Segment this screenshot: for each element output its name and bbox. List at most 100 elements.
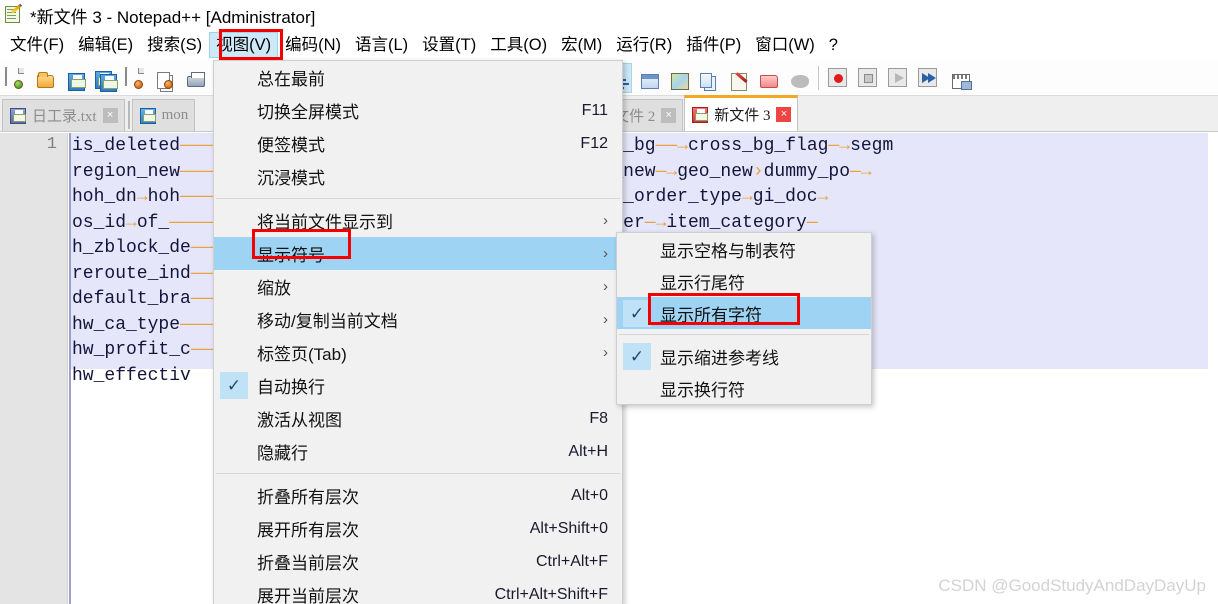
menu-language[interactable]: 语言(L)	[348, 32, 415, 58]
tab-arrow-glyph: —	[828, 136, 840, 156]
menu-file[interactable]: 文件(F)	[3, 32, 71, 58]
menu-item-label: 显示行尾符	[660, 273, 745, 293]
tab-label: 日工录.txt	[32, 109, 97, 125]
menu-window[interactable]: 窗口(W)	[748, 32, 822, 58]
doc-list-icon[interactable]	[694, 63, 722, 93]
view-menu-item[interactable]: 隐藏行 Alt+H	[214, 435, 622, 468]
menu-edit[interactable]: 编辑(E)	[71, 32, 140, 58]
save-all-icon[interactable]	[91, 63, 119, 93]
symbol-submenu-item[interactable]: ✓ 显示所有字符	[617, 297, 871, 329]
view-menu-item[interactable]: 折叠当前层次 Ctrl+Alt+F	[214, 545, 622, 578]
view-menu-item[interactable]: 移动/复制当前文档 ›	[214, 303, 622, 336]
menu-search[interactable]: 搜索(S)	[140, 32, 209, 58]
symbol-submenu-item[interactable]: 显示空格与制表符	[617, 233, 871, 265]
menu-bar[interactable]: 文件(F) 编辑(E) 搜索(S) 视图(V) 编码(N) 语言(L) 设置(T…	[0, 31, 1218, 59]
close-icon[interactable]: ×	[776, 107, 792, 122]
symbol-submenu-item[interactable]: 显示行尾符	[617, 265, 871, 297]
view-menu-item[interactable]: 便签模式 F12	[214, 127, 622, 160]
save-purple-icon	[10, 107, 26, 124]
folder-as-workspace-icon[interactable]	[754, 63, 782, 93]
close-file-icon[interactable]	[121, 63, 149, 93]
symbol-submenu-item[interactable]: 显示换行符	[617, 372, 871, 404]
close-all-icon[interactable]	[151, 63, 179, 93]
tab-arrow-glyph: —	[201, 238, 213, 258]
view-menu-item[interactable]: 显示符号 ›	[214, 237, 622, 270]
view-menu-item[interactable]: 切换全屏模式 F11	[214, 94, 622, 127]
run-icon[interactable]	[945, 63, 973, 93]
check-icon: ✓	[623, 300, 651, 327]
tab-arrow-glyph: —	[806, 212, 818, 233]
view-menu-item[interactable]: 激活从视图 F8	[214, 402, 622, 435]
menu-item-shortcut: F8	[589, 409, 608, 427]
tab-arrow-glyph: —	[201, 136, 213, 156]
save-icon[interactable]	[61, 63, 89, 93]
tab-arrow-glyph: —	[201, 289, 213, 309]
view-menu-item[interactable]: 展开所有层次 Alt+Shift+0	[214, 512, 622, 545]
tab-arrow-glyph: —	[190, 289, 202, 309]
view-menu-item[interactable]: 展开当前层次 Ctrl+Alt+Shift+F	[214, 578, 622, 604]
menu-item-label: 激活从视图	[257, 411, 342, 430]
tab-mon[interactable]: mon	[131, 99, 196, 131]
tab-arrow-glyph: —	[190, 187, 202, 207]
stop-record-icon[interactable]	[855, 63, 883, 93]
check-icon: ✓	[623, 343, 651, 370]
close-icon[interactable]: ×	[661, 108, 677, 123]
menu-help[interactable]: ?	[822, 32, 845, 58]
menu-macro[interactable]: 宏(M)	[554, 32, 609, 58]
tab-arrow-glyph: —	[644, 212, 656, 233]
tab-ri-gong-lu[interactable]: 日工录.txt ×	[2, 99, 125, 131]
menu-item-shortcut: Alt+H	[568, 442, 608, 460]
view-menu-item[interactable]: 将当前文件显示到 ›	[214, 204, 622, 237]
tab-arrow-glyph: →	[860, 161, 872, 182]
selection-left-edge	[69, 133, 71, 604]
view-menu-item[interactable]: 沉浸模式	[214, 160, 622, 193]
play-macro-icon[interactable]	[885, 63, 913, 93]
menu-item-label: 便签模式	[257, 136, 325, 155]
menu-item-label: 展开当前层次	[257, 587, 359, 604]
view-menu-item[interactable]: ✓ 自动换行	[214, 369, 622, 402]
user-defined-dialog-icon[interactable]	[634, 63, 662, 93]
menu-item-label: 隐藏行	[257, 444, 308, 463]
line-number-gutter: 1	[0, 133, 68, 604]
tab-arrow-glyph: —	[201, 263, 213, 284]
menu-item-label: 总在最前	[257, 70, 325, 89]
tab-arrow-glyph: —	[190, 161, 202, 182]
tab-arrow-glyph: →	[677, 136, 688, 156]
menu-plugins[interactable]: 插件(P)	[679, 32, 748, 58]
new-file-icon[interactable]	[1, 63, 29, 93]
symbol-submenu-item[interactable]: ✓ 显示缩进参考线	[617, 340, 871, 372]
menu-item-label: 折叠当前层次	[257, 554, 359, 573]
function-list-icon[interactable]	[724, 63, 752, 93]
view-menu-item[interactable]: 标签页(Tab) ›	[214, 336, 622, 369]
run-macro-multiple-icon[interactable]	[915, 63, 943, 93]
save-red-icon	[692, 106, 709, 123]
menu-item-label: 显示符号	[257, 246, 325, 265]
monitor-icon[interactable]	[784, 63, 812, 93]
close-icon[interactable]: ×	[102, 108, 118, 123]
tab-arrow-glyph: —	[201, 187, 213, 207]
print-icon[interactable]	[181, 63, 209, 93]
tab-arrow-glyph: —	[201, 314, 213, 335]
view-menu-item[interactable]: 总在最前	[214, 61, 622, 94]
view-menu-item[interactable]: 折叠所有层次 Alt+0	[214, 479, 622, 512]
tab-arrow-glyph: →	[741, 187, 753, 207]
tab-new-file-3[interactable]: 新文件 3 ×	[684, 95, 799, 131]
tab-arrow-glyph: —	[180, 187, 191, 207]
tab-arrow-glyph: —	[201, 161, 213, 182]
line-number: 1	[46, 135, 57, 154]
record-macro-icon[interactable]	[825, 63, 853, 93]
show-symbol-submenu[interactable]: 显示空格与制表符显示行尾符 ✓ 显示所有字符 ✓ 显示缩进参考线 显示换行符	[616, 232, 872, 405]
chevron-right-icon: ›	[603, 212, 608, 229]
menu-view[interactable]: 视图(V)	[209, 32, 279, 58]
menu-run[interactable]: 运行(R)	[609, 32, 679, 58]
view-dropdown-menu[interactable]: 总在最前 切换全屏模式 F11 便签模式 F12 沉浸模式 将当前文件显示到 › 显示符号 › 缩放…	[213, 60, 623, 604]
menu-separator	[619, 334, 869, 335]
doc-map-icon[interactable]	[664, 63, 692, 93]
menu-tools[interactable]: 工具(O)	[483, 32, 554, 58]
menu-item-label: 沉浸模式	[257, 169, 325, 188]
open-folder-icon[interactable]	[31, 63, 59, 93]
view-menu-item[interactable]: 缩放 ›	[214, 270, 622, 303]
menu-encoding[interactable]: 编码(N)	[278, 32, 348, 58]
tab-arrow-glyph: →	[136, 187, 148, 207]
menu-settings[interactable]: 设置(T)	[415, 32, 483, 58]
